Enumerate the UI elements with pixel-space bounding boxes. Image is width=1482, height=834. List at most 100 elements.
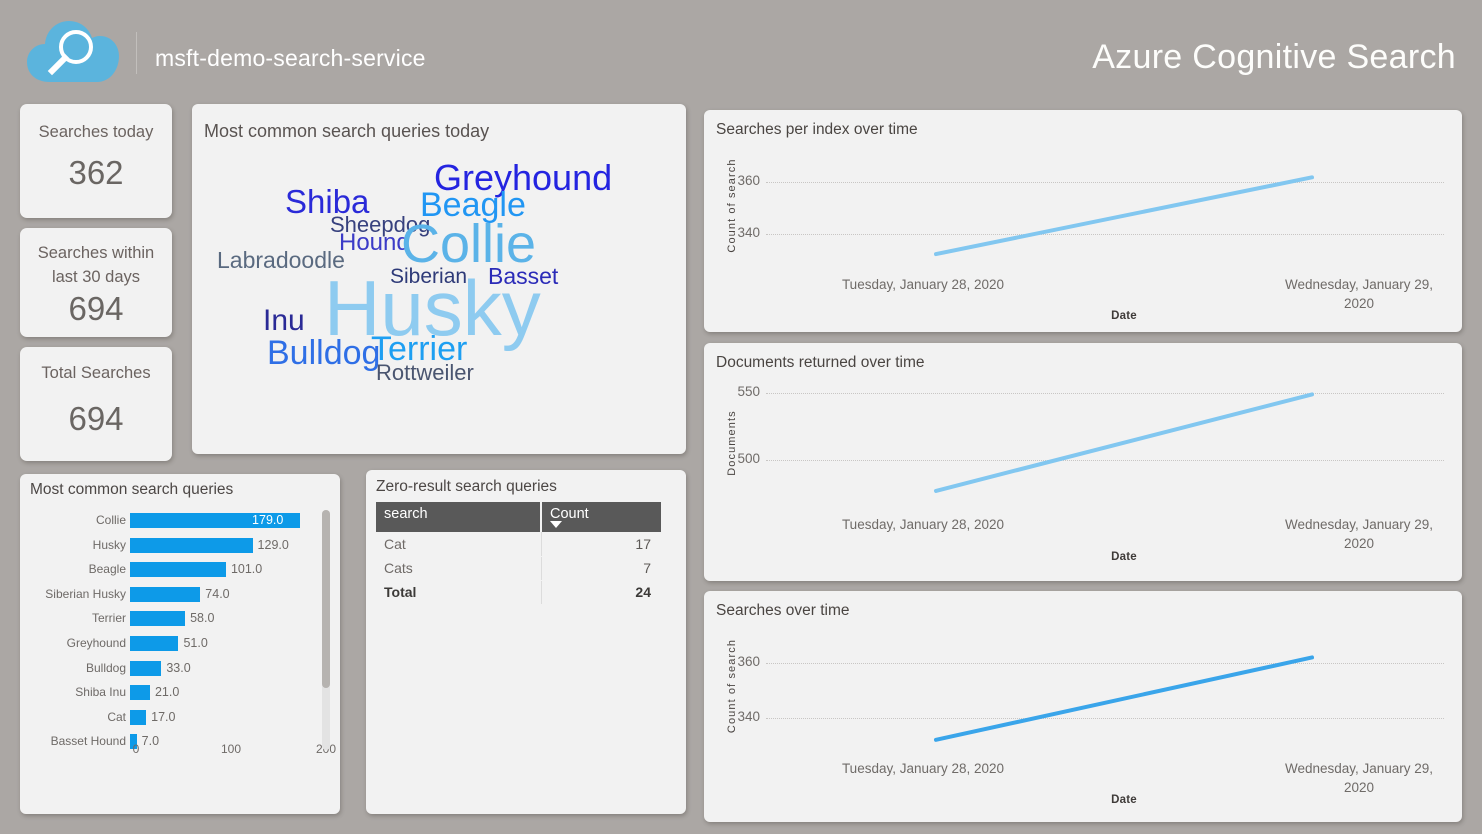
word-cloud-card: Most common search queries today Greyhou…	[192, 104, 686, 454]
bar-category-label: Bulldog	[85, 660, 126, 675]
kpi-value: 694	[68, 400, 124, 437]
table-row[interactable]: Cat 17	[376, 532, 661, 557]
cloud-search-logo-icon	[24, 14, 124, 88]
bar-value-label: 58.0	[190, 611, 215, 626]
bar-value-label: 129.0	[257, 537, 289, 552]
line-chart-x-axis-label: Date	[1111, 551, 1137, 563]
line-chart-x-tick: Tuesday, January 28, 2020	[841, 761, 1005, 776]
kpi-label: Searches within last 30 days	[20, 241, 172, 289]
service-name: msft-demo-search-service	[155, 45, 426, 71]
table-row[interactable]: Cats 7	[376, 556, 661, 581]
line-chart-x-tick: Tuesday, January 28, 2020	[841, 517, 1005, 532]
bar-value-label: 74.0	[205, 586, 230, 601]
line-chart-x-tick: Wednesday, January 29, 2020	[1284, 517, 1434, 551]
kpi-card-searches-today[interactable]: Searches today 362	[20, 104, 172, 218]
kpi-card-total-searches[interactable]: Total Searches 694	[20, 347, 172, 461]
searches-over-time-card: Searches over time Count of search 360 340…	[704, 591, 1462, 822]
cell-search: Cat	[376, 532, 542, 557]
bar-value-label: 101.0	[230, 562, 263, 577]
bar-chart-row[interactable]: Greyhound 51.0	[20, 633, 320, 653]
bar-category-label: Husky	[92, 537, 126, 552]
zero-result-search-queries-card: Zero-result search queries search Count …	[366, 470, 686, 814]
bar-chart-row[interactable]: Siberian Husky 74.0	[20, 584, 320, 604]
bar-category-label: Collie	[95, 513, 126, 527]
bar-fill[interactable]	[130, 685, 150, 701]
bar-category-label: Siberian Husky	[45, 586, 126, 601]
bar-axis-tick: 0	[132, 742, 140, 756]
page-title: Azure Cognitive Search	[1092, 38, 1456, 76]
documents-returned-over-time-card: Documents returned over time Documents 55…	[704, 343, 1462, 581]
bar-chart-scroll-thumb[interactable]	[322, 510, 330, 688]
bar-category-label: Basset Hound	[50, 734, 126, 749]
table-header: search Count	[376, 502, 661, 532]
word-cloud[interactable]: Greyhound Shiba Beagle Sheepdog Hound Collie L…	[192, 104, 686, 454]
line-chart-x-axis-label: Date	[1111, 310, 1137, 322]
cell-search: Cats	[376, 556, 542, 581]
bar-axis-tick: 100	[220, 742, 242, 756]
sort-descending-icon	[550, 521, 562, 528]
bar-value-label: 21.0	[154, 685, 180, 700]
column-header-count-label: Count	[550, 506, 589, 522]
word-cloud-term[interactable]: Bulldog	[267, 336, 380, 370]
bar-category-label: Shiba Inu	[75, 685, 126, 700]
zero-result-table-title: Zero-result search queries	[376, 478, 557, 495]
zero-result-table: search Count Cat 17 Cats 7 Total 24	[376, 502, 661, 605]
app-header: msft-demo-search-service Azure Cognitive…	[0, 0, 1482, 96]
column-header-search[interactable]: search	[376, 502, 541, 532]
line-chart[interactable]: Documents 550 500 Tuesday, January 28, 2020…	[704, 343, 1462, 581]
header-divider	[136, 32, 137, 74]
bar-chart-scrollbar[interactable]	[322, 510, 330, 750]
kpi-value: 694	[68, 290, 124, 327]
bar-value-label: 17.0	[151, 709, 176, 724]
column-header-count[interactable]: Count	[540, 502, 661, 532]
bar-fill[interactable]	[130, 537, 253, 553]
bar-fill[interactable]	[130, 562, 226, 578]
most-common-search-queries-card: Most common search queries Collie 179.0 Hu…	[20, 474, 340, 814]
bar-chart-title: Most common search queries	[30, 481, 234, 498]
bar-chart-x-axis: 0100200	[130, 742, 336, 764]
cell-count: 7	[541, 556, 661, 581]
line-chart-x-tick: Tuesday, January 28, 2020	[841, 277, 1005, 292]
table-body: Cat 17 Cats 7 Total 24	[376, 532, 661, 605]
bar-fill[interactable]	[130, 636, 179, 651]
line-chart-x-axis-label: Date	[1111, 794, 1137, 806]
bar-fill[interactable]	[130, 660, 162, 676]
bar-chart-row[interactable]: Collie 179.0	[20, 510, 320, 530]
line-chart[interactable]: Count of search 360 340 Tuesday, January 28…	[704, 110, 1462, 332]
cell-total-label: Total	[376, 579, 542, 605]
word-cloud-term[interactable]: Rottweiler	[376, 362, 474, 384]
cell-count: 17	[541, 532, 661, 557]
line-chart-x-tick: Wednesday, January 29, 2020	[1284, 277, 1434, 311]
table-total-row: Total 24	[376, 579, 661, 605]
kpi-card-searches-last-30-days[interactable]: Searches within last 30 days 694	[20, 228, 172, 337]
bar-chart-row[interactable]: Terrier 58.0	[20, 608, 320, 628]
table-header-row: search Count	[376, 502, 661, 532]
bar-chart-row[interactable]: Bulldog 33.0	[20, 658, 320, 678]
word-cloud-term[interactable]: Hound	[339, 231, 410, 255]
kpi-value: 362	[68, 154, 124, 191]
bar-chart-row[interactable]: Husky 129.0	[20, 535, 320, 555]
bar-value-label: 51.0	[183, 636, 208, 650]
bar-value-label: 179.0	[252, 513, 284, 527]
word-cloud-term[interactable]: Inu	[263, 306, 305, 336]
dashboard-page: msft-demo-search-service Azure Cognitive…	[0, 0, 1482, 834]
bar-category-label: Terrier	[91, 611, 126, 626]
kpi-label: Total Searches	[41, 364, 151, 382]
cell-total-count: 24	[541, 579, 661, 605]
bar-fill[interactable]	[130, 611, 186, 627]
bar-category-label: Greyhound	[66, 636, 126, 650]
bar-chart-row[interactable]: Cat 17.0	[20, 707, 320, 727]
bar-value-label: 33.0	[166, 660, 191, 675]
line-chart-x-tick: Wednesday, January 29, 2020	[1284, 761, 1434, 795]
bar-chart-row[interactable]: Beagle 101.0	[20, 559, 320, 579]
kpi-label: Searches today	[38, 123, 154, 141]
bar-fill[interactable]	[130, 586, 201, 602]
kpi-label-line-1: Searches within	[37, 244, 155, 262]
bar-fill[interactable]	[130, 709, 147, 725]
column-header-search-label: search	[384, 506, 428, 522]
bar-category-label: Beagle	[88, 562, 126, 577]
bar-category-label: Cat	[107, 709, 126, 724]
line-chart[interactable]: Count of search 360 340 Tuesday, January 28…	[704, 591, 1462, 822]
searches-per-index-over-time-card: Searches per index over time Count of se…	[704, 110, 1462, 332]
bar-chart-row[interactable]: Shiba Inu 21.0	[20, 682, 320, 702]
